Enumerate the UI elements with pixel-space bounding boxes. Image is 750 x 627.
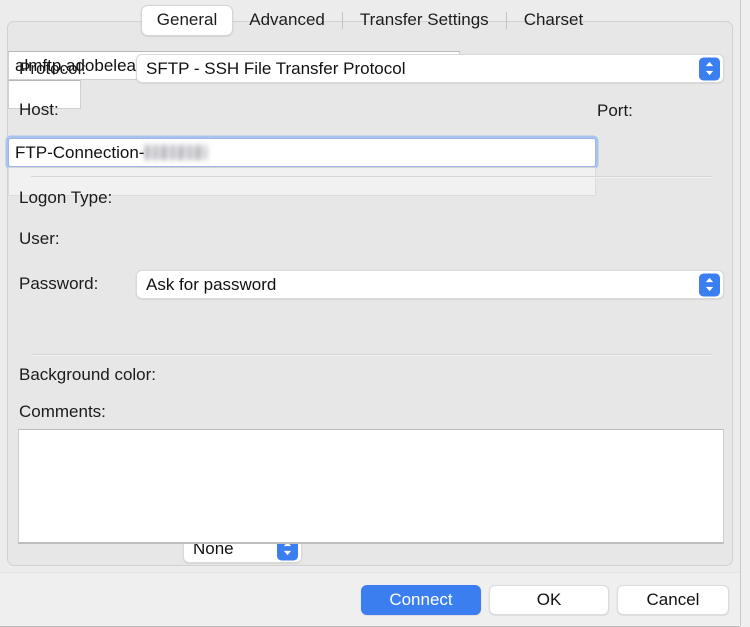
user-input[interactable]: FTP-Connection- [8, 138, 596, 167]
section-separator-2 [31, 354, 713, 355]
user-label: User: [19, 229, 60, 248]
cancel-button[interactable]: Cancel [617, 585, 729, 615]
port-label: Port: [597, 101, 633, 120]
tab-general[interactable]: General [140, 4, 234, 36]
tab-charset[interactable]: Charset [508, 5, 600, 36]
dialog-button-bar: Connect OK Cancel [0, 572, 740, 627]
logon-type-popup-button[interactable]: Ask for password [136, 270, 724, 299]
tab-separator [341, 11, 343, 29]
ok-button[interactable]: OK [489, 585, 609, 615]
tab-advanced[interactable]: Advanced [233, 5, 341, 36]
site-manager-dialog: General Advanced Transfer Settings Chars… [0, 0, 750, 627]
protocol-row: Protocol: [19, 59, 136, 79]
redacted-user-suffix [145, 145, 208, 160]
connect-button[interactable]: Connect [361, 585, 481, 615]
host-label: Host: [19, 100, 59, 119]
tab-separator [505, 11, 507, 29]
comments-textarea[interactable] [18, 429, 724, 544]
window-outer-background [741, 0, 750, 626]
tab-transfer-settings[interactable]: Transfer Settings [344, 5, 505, 36]
user-value: FTP-Connection- [15, 142, 145, 162]
chevron-up-down-icon[interactable] [699, 273, 720, 296]
comments-label: Comments: [19, 402, 106, 421]
password-label: Password: [19, 274, 99, 293]
protocol-popup-button[interactable]: SFTP - SSH File Transfer Protocol [136, 54, 724, 83]
protocol-label: Protocol: [19, 59, 87, 78]
tab-bar: General Advanced Transfer Settings Chars… [0, 0, 740, 40]
section-separator-1 [31, 176, 713, 177]
protocol-value: SFTP - SSH File Transfer Protocol [146, 58, 406, 78]
general-tab-panel: Protocol: SFTP - SSH File Transfer Proto… [7, 21, 733, 566]
logon-type-label: Logon Type: [19, 188, 113, 207]
host-row: Host: [19, 100, 136, 120]
logon-type-value: Ask for password [146, 274, 277, 294]
chevron-up-down-icon[interactable] [699, 57, 720, 80]
background-color-label: Background color: [19, 365, 157, 384]
